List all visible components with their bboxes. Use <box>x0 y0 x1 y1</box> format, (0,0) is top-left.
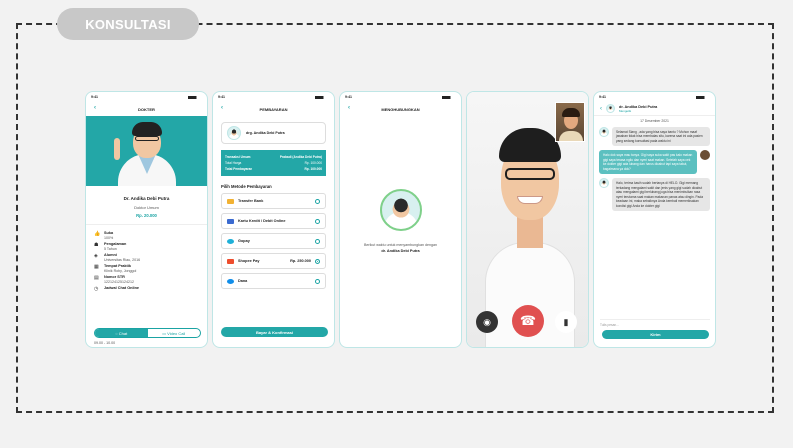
payment-option[interactable]: Dana <box>221 273 326 289</box>
gopay-icon <box>227 238 234 244</box>
back-arrow-icon[interactable]: ‹ <box>600 106 602 112</box>
id-card-icon: ▤ <box>94 275 99 281</box>
info-item: ▦ Tempat Praktik Klinik Roby, Jonggol <box>94 264 137 273</box>
signal-icon <box>442 95 456 99</box>
info-item: 👍 Suka 100% <box>94 231 114 240</box>
message-incoming: Selamat Siang , ada yang bisa saya bantu… <box>599 127 710 147</box>
doctor-price: Rp. 20.000 <box>136 213 157 218</box>
shopeepay-icon <box>227 258 234 264</box>
message-outgoing: Halo dok saya mau tanya. Gigi saya suka … <box>599 150 710 175</box>
self-view[interactable] <box>555 102 585 142</box>
message-input[interactable]: Tulis pesan... <box>600 319 710 327</box>
header: ‹ DOKTER <box>86 102 207 116</box>
graduation-cap-icon: ◈ <box>94 253 98 259</box>
camera-switch-icon[interactable]: ◉ <box>476 311 498 333</box>
payment-method-title: Pilih Metode Pembayaran <box>221 184 272 189</box>
credit-card-icon <box>227 218 234 224</box>
page-title: PEMBAYARAN <box>259 106 288 112</box>
payment-option[interactable]: Kartu Kredit / Debit Online <box>221 213 326 229</box>
doctor-info-list: 👍 Suka 100% ☗ Pengalaman 5 Tahun ◈ Alumni Univ… <box>86 224 207 300</box>
message-incoming: Halo, terima kasih sudah bertanya di HEL… <box>599 178 710 212</box>
status-bar: 9:41 <box>340 92 461 102</box>
chat-date: 17 Desember 2021 <box>640 119 669 123</box>
dana-icon <box>227 278 234 284</box>
consult-toggle: ◌ Chat ▭ Video Call <box>94 328 201 338</box>
avatar <box>227 126 241 140</box>
phone-payment: 9:41 ‹ PEMBAYARAN drg. Andika Debi Putra … <box>212 91 335 348</box>
info-item: ◈ Alumni Universitas Riau, 2016 <box>94 253 141 262</box>
video-call-button[interactable]: ▭ Video Call <box>148 329 201 337</box>
header: ‹ MENGHUBUNGKAN <box>340 102 461 116</box>
payment-option[interactable]: Transfer Bank <box>221 193 326 209</box>
microphone-icon[interactable]: ▮ <box>555 311 577 333</box>
signal-icon <box>188 95 202 99</box>
radio[interactable] <box>315 278 320 284</box>
transaction-summary: Transaksi Umum Prabadi (Andika Debi Putra… <box>221 150 326 176</box>
phone-doctor-profile: 9:41 ‹ DOKTER Dr. Andika Debi Putra Dokto… <box>85 91 208 348</box>
phone-video-call: ◉ ☎ ▮ <box>466 91 589 348</box>
radio[interactable] <box>315 238 320 244</box>
info-item: ◷ Jadwal Chat Online <box>94 286 140 292</box>
header: ‹ PEMBAYARAN <box>213 102 334 116</box>
status-bar: 9:41 <box>594 92 715 102</box>
page-title: DOKTER <box>138 106 155 112</box>
clock-icon: ◷ <box>94 286 99 292</box>
payment-option[interactable]: Gopay <box>221 233 326 249</box>
radio-selected[interactable] <box>315 258 320 264</box>
doctor-name: Dr. Andika Debi Putra <box>123 196 170 201</box>
back-arrow-icon[interactable]: ‹ <box>94 105 96 111</box>
payment-option[interactable]: Shopee Pay Rp. 250.000 <box>221 253 326 269</box>
end-call-icon[interactable]: ☎ <box>512 305 544 337</box>
doctor-card: drg. Andika Debi Putra <box>221 122 326 144</box>
avatar <box>599 178 609 189</box>
building-icon: ▦ <box>94 264 99 270</box>
chat-header: ‹ dr. Andika Debi Putra Mengetik <box>594 102 715 116</box>
status-bar: 9:41 <box>213 92 334 102</box>
page-title: MENGHUBUNGKAN <box>381 106 420 112</box>
person-icon: ☗ <box>94 242 99 248</box>
radio[interactable] <box>315 218 320 224</box>
phone-chat: 9:41 ‹ dr. Andika Debi Putra Mengetik 17 … <box>593 91 716 348</box>
info-item: ▤ Nomor STR 122124125124212 <box>94 275 134 284</box>
avatar <box>606 104 615 113</box>
thumbs-up-icon: 👍 <box>94 231 101 237</box>
radio[interactable] <box>315 198 320 204</box>
doctor-specialty: Doktor Umum <box>134 205 159 210</box>
back-arrow-icon[interactable]: ‹ <box>348 105 350 111</box>
bank-icon <box>227 198 234 204</box>
doctor-avatar <box>379 189 422 231</box>
connecting-text: Berikut waktu untuk menyambungkan dengan… <box>364 243 437 253</box>
schedule-time: 09.00 - 10.00 <box>94 341 116 345</box>
doctor-photo <box>86 116 207 186</box>
avatar <box>599 127 609 137</box>
signal-icon <box>315 95 329 99</box>
status-bar: 9:41 <box>86 92 207 102</box>
signal-icon <box>696 95 710 99</box>
chat-button[interactable]: ◌ Chat <box>95 329 148 337</box>
phone-connecting: 9:41 ‹ MENGHUBUNGKAN Berikut waktu untuk … <box>339 91 462 348</box>
avatar <box>700 150 710 161</box>
section-label: KONSULTASI <box>57 8 199 40</box>
pay-confirm-button[interactable]: Bayar & Konfirmasi <box>221 327 328 337</box>
send-button[interactable]: Kirim <box>602 330 709 339</box>
back-arrow-icon[interactable]: ‹ <box>221 105 223 111</box>
info-item: ☗ Pengalaman 5 Tahun <box>94 242 127 251</box>
